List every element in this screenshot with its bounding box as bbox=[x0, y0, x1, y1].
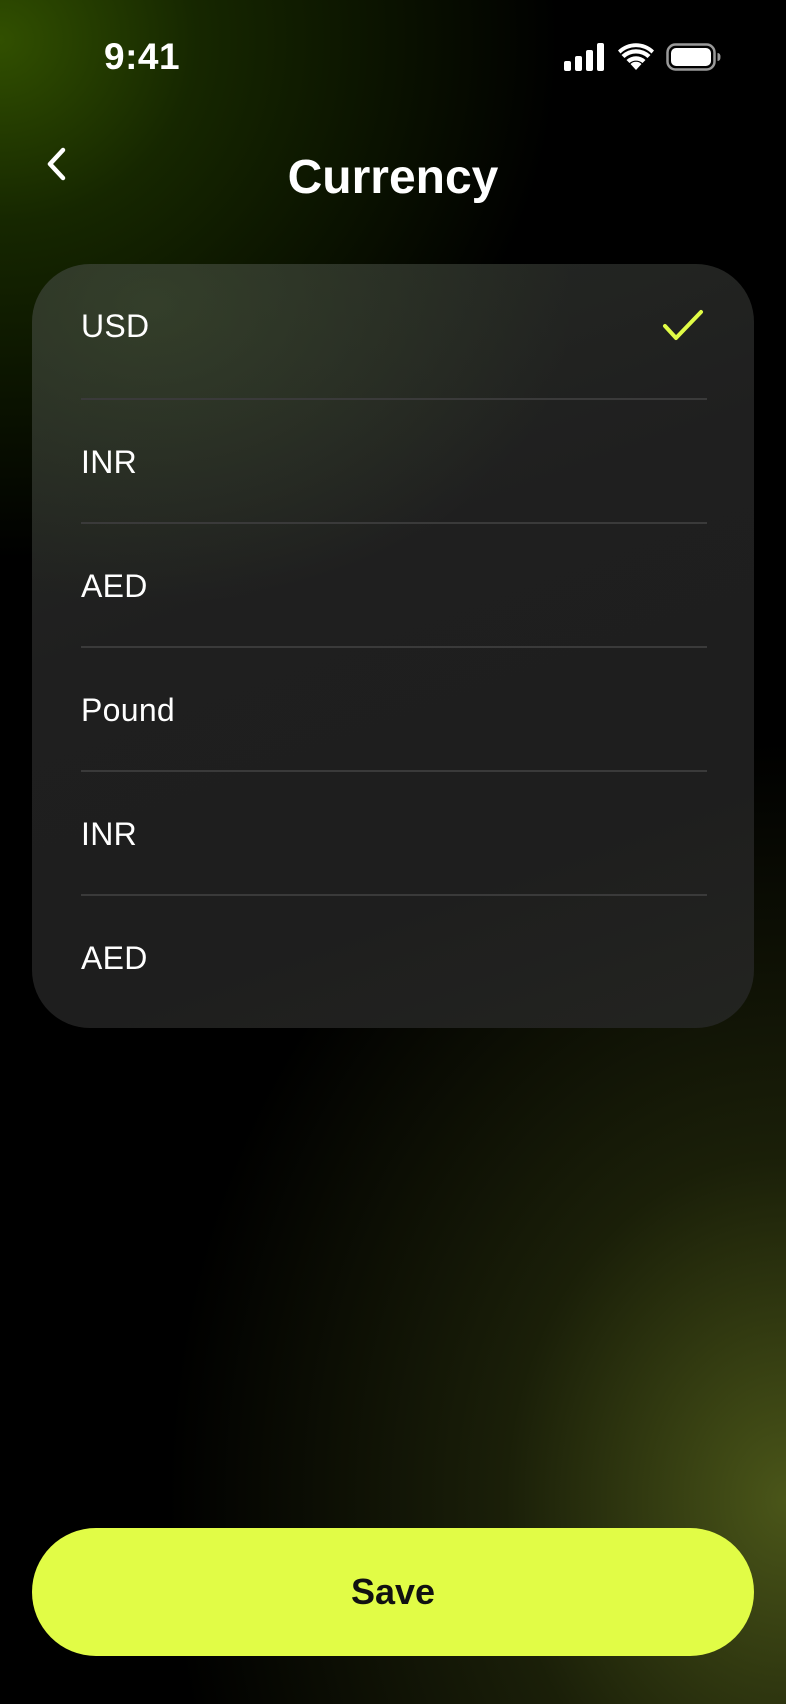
currency-option-label: AED bbox=[81, 939, 148, 976]
currency-option-label: INR bbox=[81, 815, 138, 852]
save-button[interactable]: Save bbox=[32, 1528, 754, 1656]
currency-option-label: INR bbox=[81, 443, 138, 480]
page-title: Currency bbox=[287, 151, 499, 204]
status-bar: 9:41 bbox=[0, 0, 786, 118]
currency-option-usd[interactable]: USD bbox=[81, 264, 707, 388]
nav-header: Currency bbox=[0, 130, 786, 230]
save-button-label: Save bbox=[350, 1571, 436, 1612]
currency-screen: 9:41 Currency USD INR AED Pound INR AED … bbox=[0, 0, 786, 1704]
currency-option-label: Pound bbox=[81, 691, 176, 728]
currency-option-aed-2[interactable]: AED bbox=[81, 896, 707, 1020]
currency-option-pound[interactable]: Pound bbox=[81, 648, 707, 772]
currency-list-card: USD INR AED Pound INR AED bbox=[32, 264, 754, 1028]
wifi-icon bbox=[618, 42, 654, 76]
status-icons bbox=[564, 42, 722, 76]
currency-option-label: USD bbox=[81, 307, 150, 344]
currency-option-inr-2[interactable]: INR bbox=[81, 772, 707, 896]
currency-option-aed[interactable]: AED bbox=[81, 524, 707, 648]
currency-option-label: AED bbox=[81, 567, 148, 604]
currency-option-inr[interactable]: INR bbox=[81, 400, 707, 524]
signal-icon bbox=[564, 42, 606, 76]
checkmark-icon bbox=[661, 308, 705, 344]
battery-icon bbox=[666, 42, 722, 76]
status-time: 9:41 bbox=[104, 36, 181, 77]
